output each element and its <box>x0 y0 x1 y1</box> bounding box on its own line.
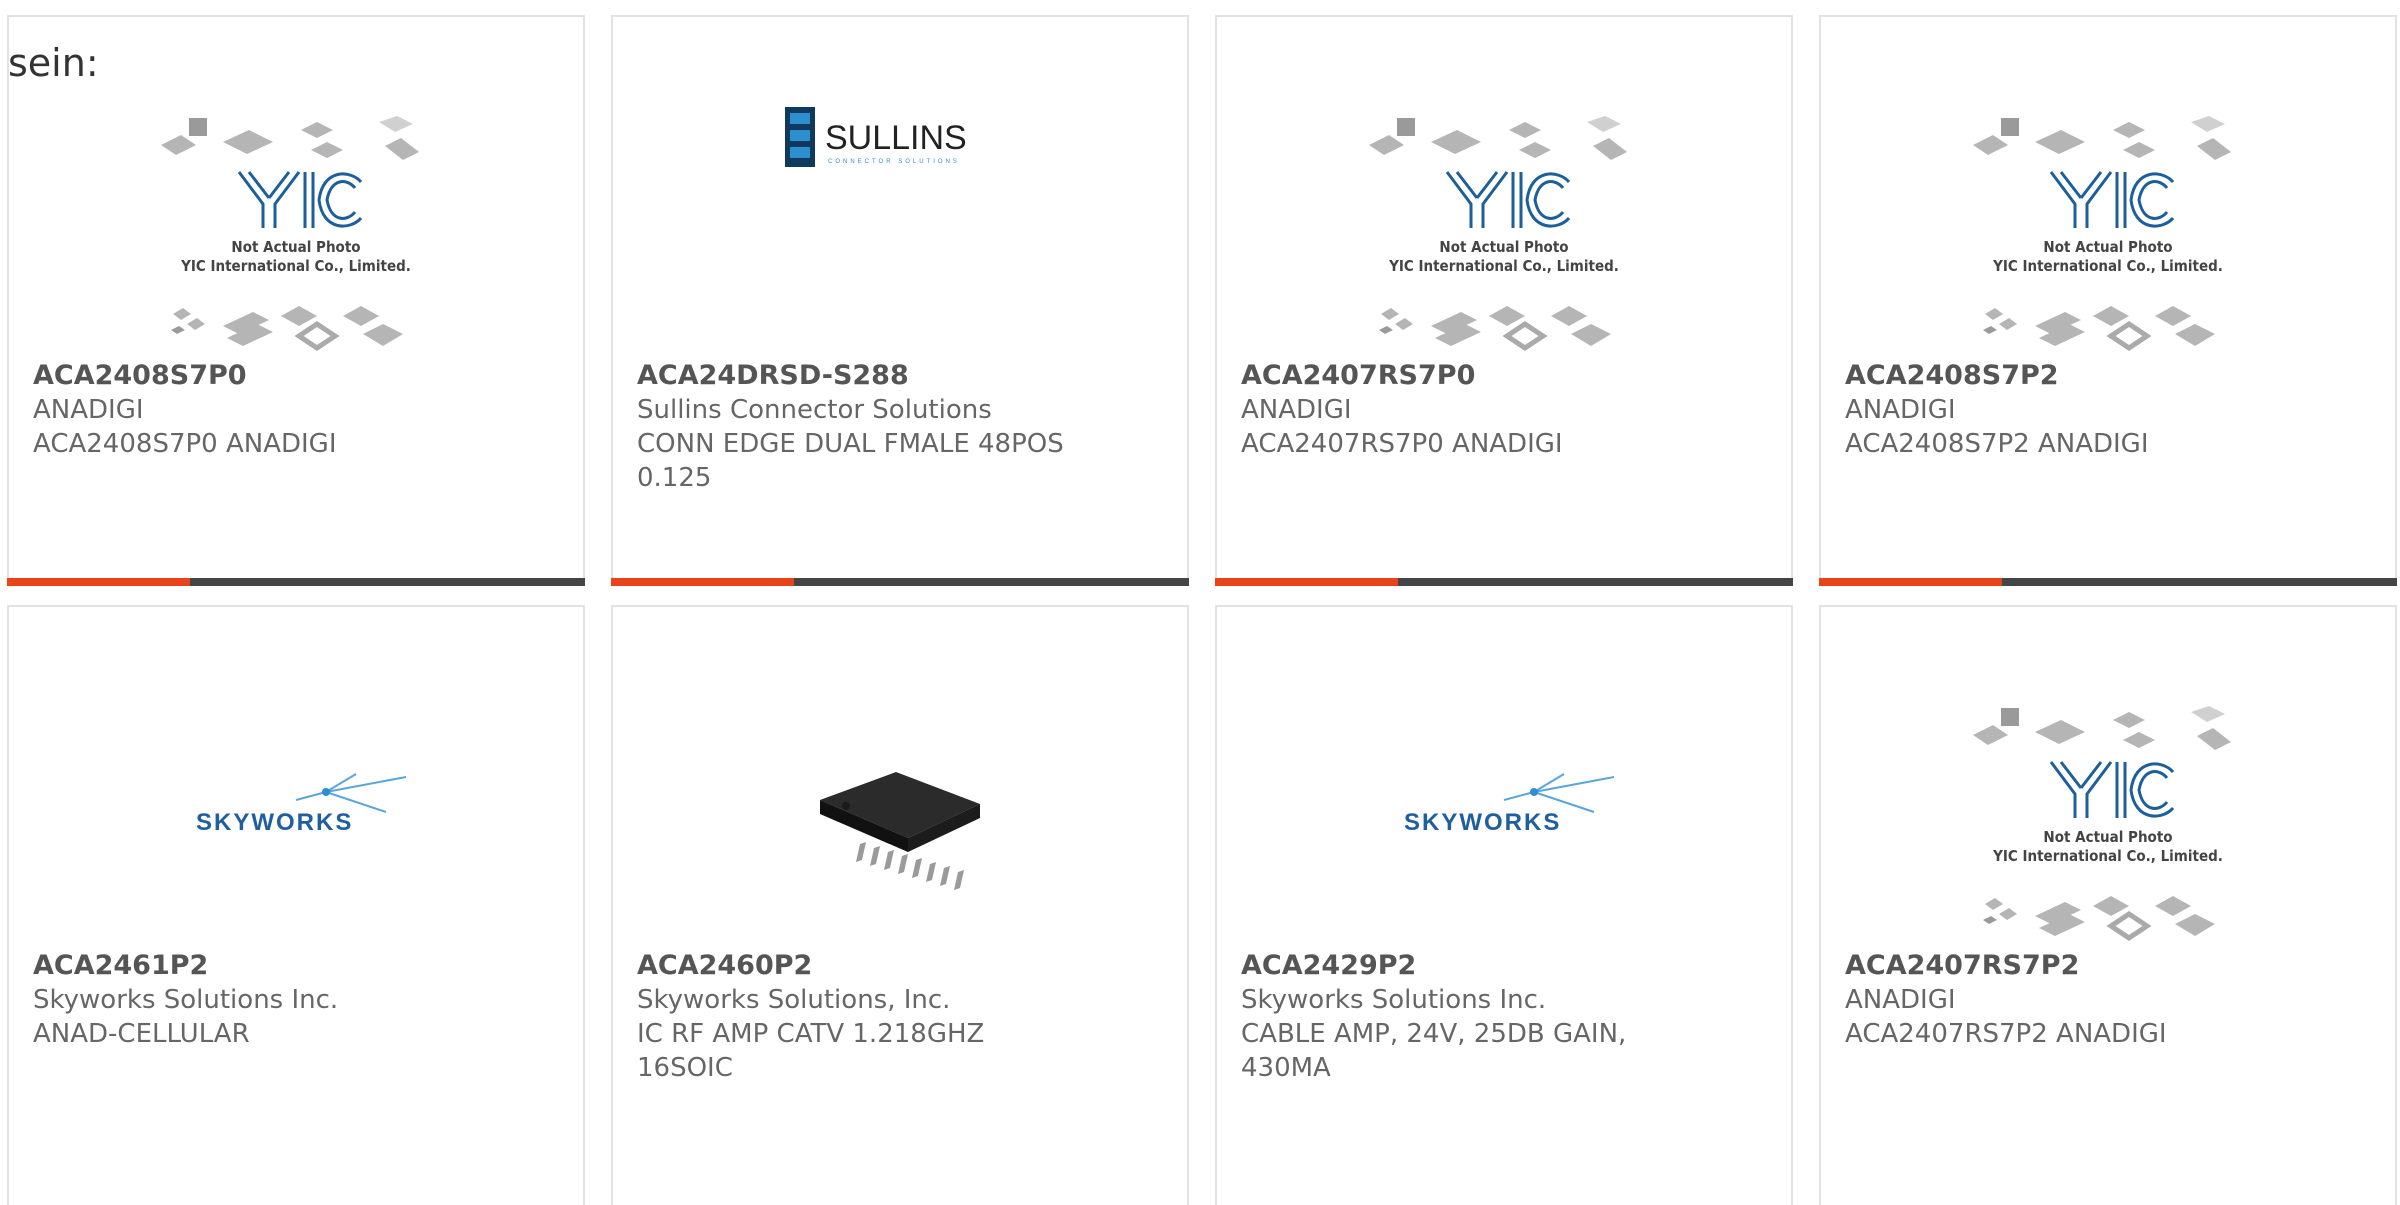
product-card[interactable]: Not Actual Photo YIC International Co., … <box>7 15 585 586</box>
yic-placeholder-icon: Not Actual Photo YIC International Co., … <box>161 116 419 352</box>
description-text: CABLE AMP, 24V, 25DB GAIN, <box>1241 1019 1627 1049</box>
card-bottom-bar <box>1215 578 1793 586</box>
part-number-link[interactable]: ACA24DRSD-S288 <box>637 359 1147 393</box>
product-info: ACA2461P2 Skyworks Solutions Inc. ANAD-C… <box>33 949 543 1051</box>
card-bottom-bar <box>1819 578 2397 586</box>
page-fragment-text: sein: <box>8 41 99 85</box>
svg-text:Not Actual Photo: Not Actual Photo <box>2043 828 2172 846</box>
product-image[interactable]: SKYWORKS <box>9 687 583 957</box>
svg-text:Not Actual Photo: Not Actual Photo <box>2043 238 2172 256</box>
manufacturer-text: ANADIGI <box>1241 395 1352 425</box>
product-info: ACA2460P2 Skyworks Solutions, Inc. IC RF… <box>637 949 1147 1085</box>
svg-text:SKYWORKS: SKYWORKS <box>1404 809 1561 836</box>
svg-text:Not Actual Photo: Not Actual Photo <box>1439 238 1568 256</box>
card-bottom-bar <box>7 578 585 586</box>
description-text: IC RF AMP CATV 1.218GHZ <box>637 1019 985 1049</box>
skyworks-logo-icon: SKYWORKS <box>1404 773 1615 836</box>
yic-placeholder-icon: Not Actual Photo YIC International Co., … <box>1369 116 1627 352</box>
description-text: ACA2408S7P2 ANADIGI <box>1845 429 2149 459</box>
svg-text:YIC International Co., Limited: YIC International Co., Limited. <box>1388 257 1619 275</box>
card-bar-accent <box>611 578 794 586</box>
product-card[interactable]: Not Actual Photo YIC International Co., … <box>1215 15 1793 586</box>
part-number-link[interactable]: ACA2429P2 <box>1241 949 1751 983</box>
description-text: ANAD-CELLULAR <box>33 1019 250 1049</box>
part-number-link[interactable]: ACA2408S7P0 <box>33 359 543 393</box>
manufacturer-text: Skyworks Solutions Inc. <box>33 985 339 1015</box>
description-text: ACA2408S7P0 ANADIGI <box>33 429 337 459</box>
manufacturer-text: Sullins Connector Solutions <box>637 395 992 425</box>
description-text: ACA2407RS7P2 ANADIGI <box>1845 1019 2167 1049</box>
manufacturer-text: Skyworks Solutions Inc. <box>1241 985 1547 1015</box>
card-bar-accent <box>1215 578 1398 586</box>
manufacturer-text: ANADIGI <box>33 395 144 425</box>
description-text-continued: 430MA <box>1241 1053 1331 1083</box>
product-card[interactable]: Not Actual Photo YIC International Co., … <box>1819 15 2397 586</box>
svg-text:SKYWORKS: SKYWORKS <box>196 809 353 836</box>
product-info: ACA2408S7P2 ANADIGI ACA2408S7P2 ANADIGI <box>1845 359 2355 461</box>
manufacturer-text: ANADIGI <box>1845 985 1956 1015</box>
product-card[interactable]: ACA2460P2 Skyworks Solutions, Inc. IC RF… <box>611 605 1189 1205</box>
product-image[interactable]: Not Actual Photo YIC International Co., … <box>9 97 583 367</box>
part-number-link[interactable]: ACA2408S7P2 <box>1845 359 2355 393</box>
svg-text:SULLINS: SULLINS <box>825 119 967 157</box>
card-bottom-bar <box>611 578 1189 586</box>
product-info: ACA2429P2 Skyworks Solutions Inc. CABLE … <box>1241 949 1751 1085</box>
yic-placeholder-icon: Not Actual Photo YIC International Co., … <box>1973 116 2231 352</box>
part-number-link[interactable]: ACA2460P2 <box>637 949 1147 983</box>
part-number-link[interactable]: ACA2461P2 <box>33 949 543 983</box>
product-image[interactable]: SULLINS CONNECTOR SOLUTIONS <box>613 97 1187 367</box>
product-info: ACA2408S7P0 ANADIGI ACA2408S7P0 ANADIGI <box>33 359 543 461</box>
product-card[interactable]: SKYWORKS ACA2461P2 Skyworks Solutions In… <box>7 605 585 1205</box>
product-image[interactable]: Not Actual Photo YIC International Co., … <box>1821 97 2395 367</box>
product-info: ACA24DRSD-S288 Sullins Connector Solutio… <box>637 359 1147 495</box>
description-text-continued: 0.125 <box>637 463 712 493</box>
manufacturer-text: Skyworks Solutions, Inc. <box>637 985 951 1015</box>
svg-text:YIC International Co., Limited: YIC International Co., Limited. <box>1992 847 2223 865</box>
product-image[interactable]: SKYWORKS <box>1217 687 1791 957</box>
product-card[interactable]: Not Actual Photo YIC International Co., … <box>1819 605 2397 1205</box>
manufacturer-text: ANADIGI <box>1845 395 1956 425</box>
description-text-continued: 16SOIC <box>637 1053 733 1083</box>
part-number-link[interactable]: ACA2407RS7P0 <box>1241 359 1751 393</box>
product-card[interactable]: SKYWORKS ACA2429P2 Skyworks Solutions In… <box>1215 605 1793 1205</box>
part-number-link[interactable]: ACA2407RS7P2 <box>1845 949 2355 983</box>
product-image[interactable]: Not Actual Photo YIC International Co., … <box>1217 97 1791 367</box>
product-info: ACA2407RS7P0 ANADIGI ACA2407RS7P0 ANADIG… <box>1241 359 1751 461</box>
product-image[interactable] <box>613 687 1187 957</box>
card-bar-accent <box>7 578 190 586</box>
skyworks-logo-icon: SKYWORKS <box>196 773 407 836</box>
card-bar-accent <box>1819 578 2002 586</box>
description-text: CONN EDGE DUAL FMALE 48POS <box>637 429 1064 459</box>
product-info: ACA2407RS7P2 ANADIGI ACA2407RS7P2 ANADIG… <box>1845 949 2355 1051</box>
svg-text:CONNECTOR SOLUTIONS: CONNECTOR SOLUTIONS <box>828 159 960 165</box>
product-card[interactable]: SULLINS CONNECTOR SOLUTIONS ACA24DRSD-S2… <box>611 15 1189 586</box>
soic-chip-icon <box>820 772 980 890</box>
description-text: ACA2407RS7P0 ANADIGI <box>1241 429 1563 459</box>
svg-text:YIC International Co., Limited: YIC International Co., Limited. <box>1992 257 2223 275</box>
svg-text:Not Actual Photo: Not Actual Photo <box>231 238 360 256</box>
svg-text:YIC International Co., Limited: YIC International Co., Limited. <box>180 257 411 275</box>
product-image[interactable]: Not Actual Photo YIC International Co., … <box>1821 687 2395 957</box>
yic-placeholder-icon: Not Actual Photo YIC International Co., … <box>1973 706 2231 942</box>
sullins-logo-icon: SULLINS CONNECTOR SOLUTIONS <box>785 107 967 167</box>
